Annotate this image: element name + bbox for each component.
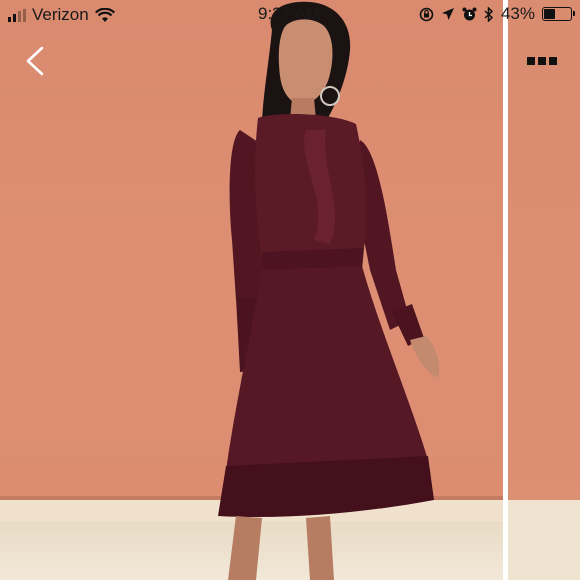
model-figure	[218, 1, 440, 580]
status-left: Verizon	[8, 5, 115, 25]
bluetooth-icon	[484, 6, 494, 22]
model-right-hand	[410, 336, 440, 378]
location-icon	[441, 8, 454, 20]
next-photo-peek[interactable]	[508, 0, 580, 580]
carrier-label: Verizon	[32, 5, 89, 24]
dress-lace-hem	[218, 456, 434, 518]
battery-percent: 43%	[500, 4, 535, 23]
signal-icon	[8, 8, 26, 22]
status-time: 9:37 AM	[258, 4, 321, 23]
battery-fill	[544, 9, 555, 19]
chevron-left-icon	[26, 46, 44, 76]
photo-divider	[503, 0, 508, 580]
battery-icon	[542, 7, 575, 21]
next-photo-baseboard	[508, 500, 580, 580]
product-photo[interactable]	[0, 0, 580, 580]
status-right: 43%	[419, 4, 575, 24]
wifi-icon	[94, 7, 115, 22]
screen-lock-icon	[419, 7, 434, 21]
more-options-button[interactable]	[527, 50, 565, 72]
status-bar: Verizon 9:37 AM 43%	[0, 0, 580, 30]
back-button[interactable]	[20, 44, 54, 78]
alarm-icon	[462, 7, 477, 20]
model-legs	[228, 516, 334, 580]
more-dots-icon	[527, 57, 535, 65]
